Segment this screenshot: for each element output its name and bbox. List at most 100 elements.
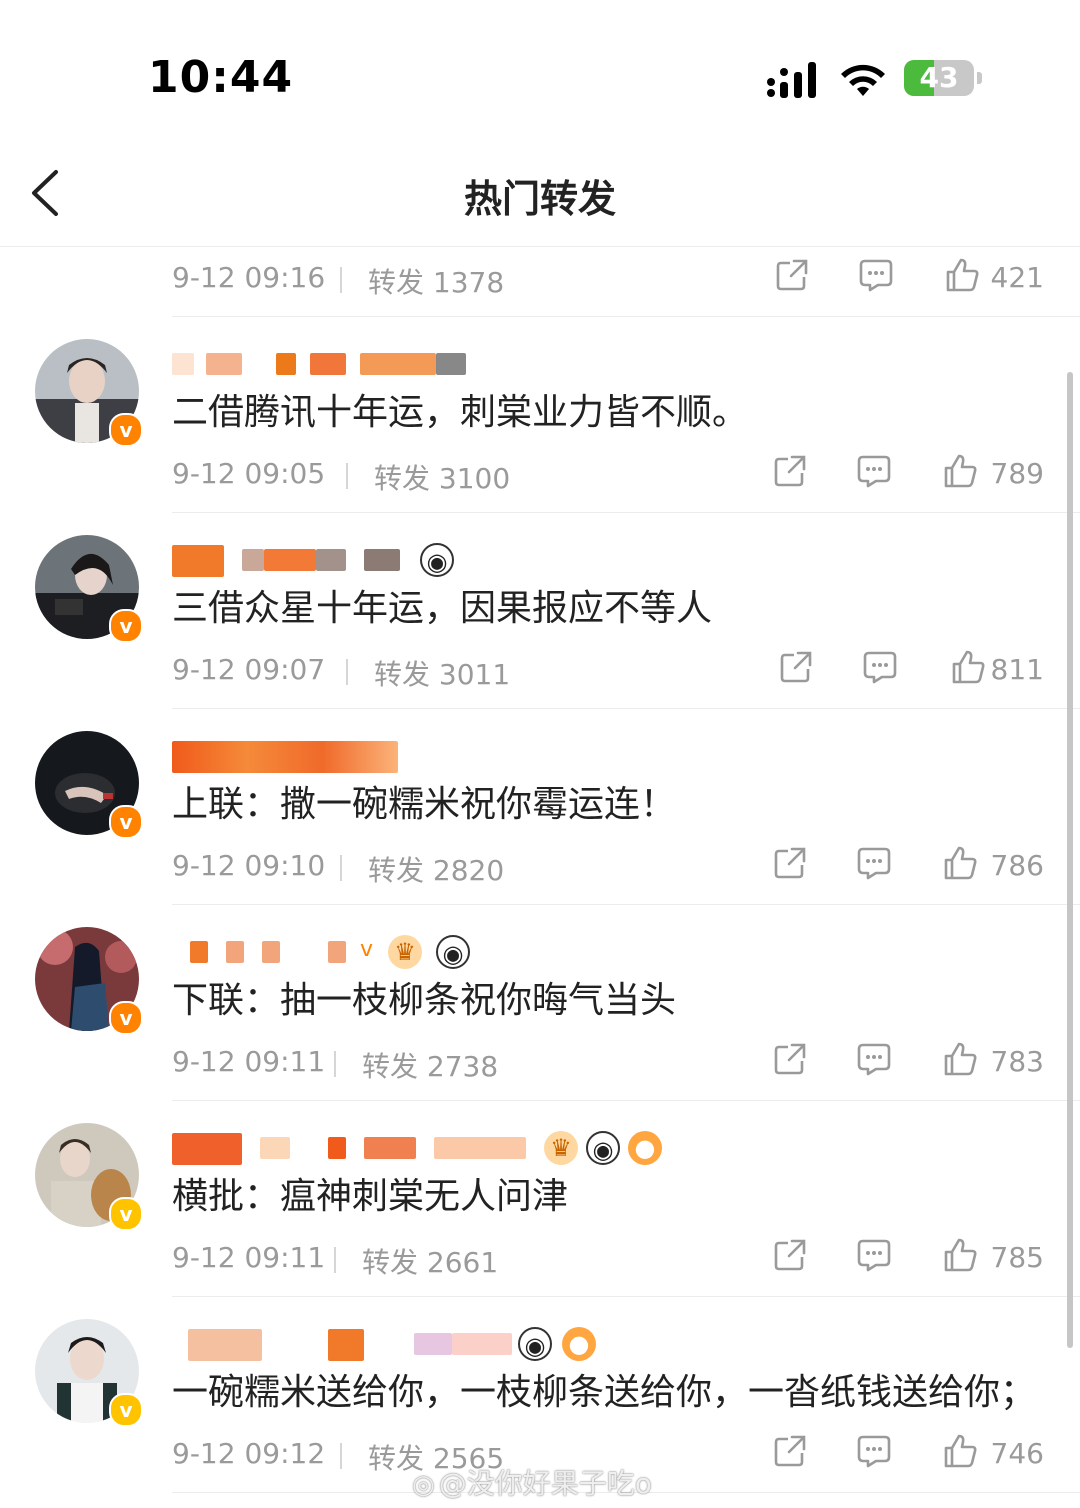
share-icon[interactable] xyxy=(772,1433,808,1469)
list-item: v ◉ 三借众星十年运，因果报应不等人 9-12 09:07 转发 3011 8… xyxy=(0,513,1080,709)
comment-text: 三借众星十年运，因果报应不等人 xyxy=(172,588,713,629)
share-icon[interactable] xyxy=(778,649,814,685)
forward-count: 转发 1378 xyxy=(368,266,505,299)
comment-time: 9-12 09:11 xyxy=(172,1045,326,1078)
username-obscured[interactable] xyxy=(172,347,492,381)
fish-emoji-icon: ● xyxy=(628,1131,662,1165)
share-icon[interactable] xyxy=(772,845,808,881)
scrollbar[interactable] xyxy=(1067,372,1073,1348)
share-icon[interactable] xyxy=(772,1041,808,1077)
comment-icon[interactable] xyxy=(856,1041,892,1077)
list-item: v ♛ ◉ ● 横批：瘟神刺棠无人问津 9-12 09:11 转发 2661 7… xyxy=(0,1101,1080,1297)
comment-text: 二借腾讯十年运，刺棠业力皆不顺。 xyxy=(172,392,749,433)
list-item: 9-12 09:16 转发 1378 421 xyxy=(0,247,1080,317)
panda-emoji-icon: ◉ xyxy=(436,935,470,969)
list-item: v 二借腾讯十年运，刺棠业力皆不顺。 9-12 09:05 转发 3100 78… xyxy=(0,317,1080,513)
battery-tip xyxy=(977,72,982,84)
meta-separator xyxy=(340,267,342,293)
like-count: 785 xyxy=(990,1241,1044,1274)
username-obscured[interactable] xyxy=(172,739,492,773)
verified-badge-icon: v xyxy=(109,1393,143,1427)
comment-text: 一碗糯米送给你，一枝柳条送给你，一沓纸钱送给你； xyxy=(172,1372,1037,1413)
comment-icon[interactable] xyxy=(862,649,898,685)
crown-emoji-icon: ♛ xyxy=(544,1131,578,1165)
fish-emoji-icon: ● xyxy=(562,1327,596,1361)
forward-count: 转发 2738 xyxy=(362,1050,499,1083)
username-obscured[interactable]: ◉ ● xyxy=(172,1327,596,1361)
comment-time: 9-12 09:16 xyxy=(172,261,326,294)
forward-count: 转发 2820 xyxy=(368,854,505,887)
comment-time: 9-12 09:05 xyxy=(172,457,326,490)
meta-separator xyxy=(340,855,342,881)
like-count: 811 xyxy=(990,653,1044,686)
thumbs-up-icon[interactable] xyxy=(950,649,986,685)
wifi-icon xyxy=(841,64,885,96)
comment-time: 9-12 09:10 xyxy=(172,849,326,882)
forward-count: 转发 2661 xyxy=(362,1246,499,1279)
verified-badge-icon: v xyxy=(109,609,143,643)
comment-text: 上联：撒一碗糯米祝你霉运连！ xyxy=(172,784,677,825)
share-icon[interactable] xyxy=(772,1237,808,1273)
thumbs-up-icon[interactable] xyxy=(942,845,978,881)
username-obscured[interactable]: ♛ ◉ ● xyxy=(172,1131,662,1165)
share-icon[interactable] xyxy=(772,453,808,489)
verified-badge-icon: v xyxy=(109,805,143,839)
comment-meta: 9-12 09:11 转发 2738 783 xyxy=(172,1041,1052,1083)
verified-tag-icon: v xyxy=(360,937,374,962)
cellular-signal-icon xyxy=(767,62,816,98)
username-obscured[interactable]: ◉ xyxy=(172,543,492,577)
like-count: 786 xyxy=(990,849,1044,882)
comment-meta: 9-12 09:11 转发 2661 785 xyxy=(172,1237,1052,1279)
thumbs-up-icon[interactable] xyxy=(942,1041,978,1077)
avatar[interactable]: v xyxy=(35,339,143,447)
thumbs-up-icon[interactable] xyxy=(942,453,978,489)
clock: 10:44 xyxy=(148,52,294,103)
avatar[interactable]: v xyxy=(35,535,143,643)
comment-text: 横批：瘟神刺棠无人问津 xyxy=(172,1176,569,1217)
list-item: v 上联：撒一碗糯米祝你霉运连！ 9-12 09:10 转发 2820 786 xyxy=(0,709,1080,905)
like-count: 789 xyxy=(990,457,1044,490)
nav-bar: 热门转发 xyxy=(0,140,1080,247)
comment-icon[interactable] xyxy=(858,257,894,293)
avatar[interactable]: v xyxy=(35,927,143,1035)
watermark-text: @没你好果子吃o xyxy=(438,1467,652,1500)
like-count: 783 xyxy=(990,1045,1044,1078)
panda-emoji-icon: ◉ xyxy=(420,543,454,577)
comment-icon[interactable] xyxy=(856,1237,892,1273)
like-count: 746 xyxy=(990,1437,1044,1470)
like-count: 421 xyxy=(990,261,1044,294)
avatar[interactable]: v xyxy=(35,731,143,839)
comment-meta: 9-12 09:07 转发 3011 811 xyxy=(172,649,1052,691)
comment-time: 9-12 09:11 xyxy=(172,1241,326,1274)
thumbs-up-icon[interactable] xyxy=(942,1433,978,1469)
status-bar: 10:44 43 xyxy=(0,0,1080,140)
weibo-logo-icon: ◎ xyxy=(412,1470,435,1500)
comment-icon[interactable] xyxy=(856,1433,892,1469)
battery-indicator: 43 xyxy=(904,60,984,98)
list-item: v v ♛ ◉ 下联：抽一枝柳条祝你晦气当头 9-12 09:11 转发 273… xyxy=(0,905,1080,1101)
meta-separator xyxy=(346,463,348,489)
watermark: ◎ @没你好果子吃o xyxy=(412,1462,652,1502)
verified-badge-icon: v xyxy=(109,1001,143,1035)
battery-percentage: 43 xyxy=(919,61,959,94)
thumbs-up-icon[interactable] xyxy=(944,257,980,293)
page-title: 热门转发 xyxy=(463,177,616,221)
thumbs-up-icon[interactable] xyxy=(942,1237,978,1273)
comment-icon[interactable] xyxy=(856,845,892,881)
comment-meta: 9-12 09:10 转发 2820 786 xyxy=(172,845,1052,887)
meta-separator xyxy=(346,659,348,685)
meta-separator xyxy=(334,1051,336,1077)
avatar[interactable]: v xyxy=(35,1319,143,1427)
username-obscured[interactable]: v ♛ ◉ xyxy=(172,935,492,969)
comment-icon[interactable] xyxy=(856,453,892,489)
forward-count: 转发 3011 xyxy=(374,658,511,691)
verified-badge-icon: v xyxy=(109,1197,143,1231)
meta-separator xyxy=(340,1443,342,1469)
comment-time: 9-12 09:12 xyxy=(172,1437,326,1470)
crown-emoji-icon: ♛ xyxy=(388,935,422,969)
comment-text: 下联：抽一枝柳条祝你晦气当头 xyxy=(172,980,677,1021)
comment-meta: 9-12 09:16 转发 1378 421 xyxy=(172,257,1052,299)
comment-time: 9-12 09:07 xyxy=(172,653,326,686)
share-icon[interactable] xyxy=(774,257,810,293)
avatar[interactable]: v xyxy=(35,1123,143,1231)
